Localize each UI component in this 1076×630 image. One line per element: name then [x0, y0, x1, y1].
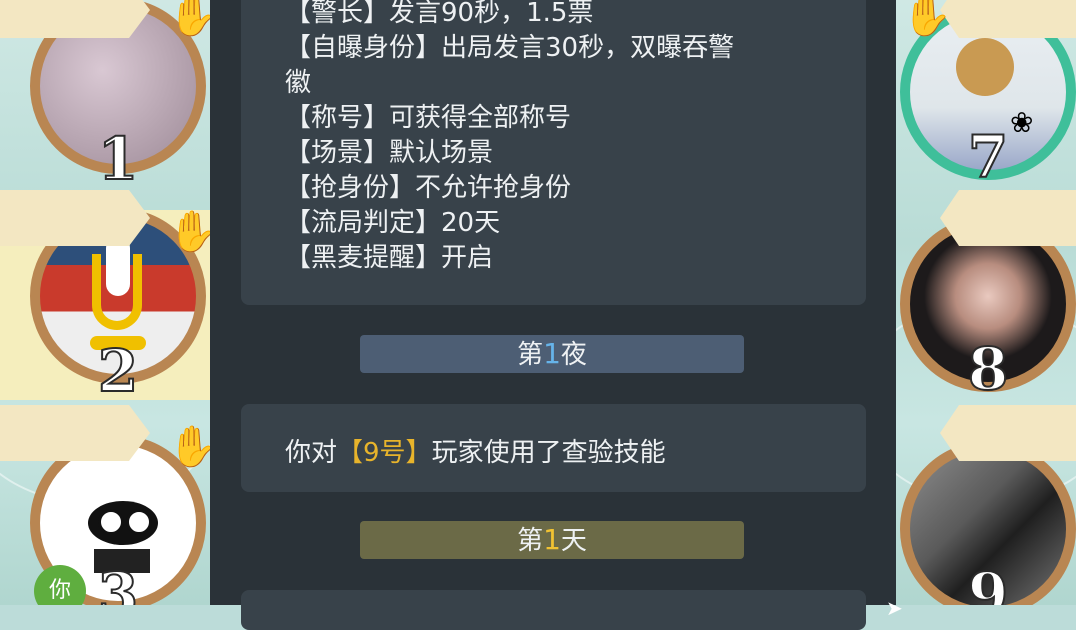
- player-name-tag-2: [0, 190, 150, 246]
- system-message-card: 你对【9号】玩家使用了查验技能: [241, 404, 866, 492]
- rule-line: 【场景】默认场景: [285, 138, 494, 168]
- rule-line: 徽: [285, 68, 312, 98]
- day-number: 1: [543, 523, 561, 556]
- target-player-label: 【9号】: [337, 438, 432, 468]
- night-banner-prefix: 第: [517, 340, 544, 370]
- rule-line: 【自曝身份】出局发言30秒，双曝吞警: [285, 33, 735, 63]
- seat-number-2: 2: [97, 337, 139, 405]
- message-after: 玩家使用了查验技能: [431, 438, 666, 468]
- player-seat-1[interactable]: ✋ 1: [0, 0, 210, 190]
- seat-number-8: 8: [967, 335, 1009, 403]
- day-banner: 第1天: [360, 521, 744, 559]
- player-seat-3[interactable]: ✋ 3 你: [0, 405, 210, 605]
- night-banner: 第1夜: [360, 335, 744, 373]
- player-name-tag-9: [940, 405, 1076, 461]
- player-name-tag-3: [0, 405, 150, 461]
- next-message-card: [241, 590, 866, 630]
- player-name-tag-8: [940, 190, 1076, 246]
- raised-hand-icon: ✋: [168, 424, 210, 470]
- room-rules-card: 【警长】发言90秒，1.5票 【自曝身份】出局发言30秒，双曝吞警 徽 【称号】…: [241, 0, 866, 305]
- day-banner-suffix: 天: [560, 526, 587, 556]
- player-name-tag-1: [0, 0, 150, 38]
- player-seat-9[interactable]: 9: [896, 405, 1076, 605]
- night-number: 1: [543, 337, 561, 370]
- seat-number-1: 1: [97, 125, 139, 193]
- raised-hand-icon: ✋: [168, 0, 210, 39]
- left-seat-column: ✋ 1 ✋ 2 ✋ 3 你: [0, 0, 210, 605]
- player-seat-8[interactable]: 8: [896, 190, 1076, 405]
- seat-number-7: 7: [967, 123, 1009, 191]
- player-seat-2[interactable]: ✋ 2: [0, 190, 210, 405]
- seat-number-9: 9: [967, 560, 1009, 605]
- raised-hand-icon: ✋: [902, 0, 952, 39]
- system-message: 你对【9号】玩家使用了查验技能: [285, 432, 666, 469]
- right-seat-column: ❀ ✋ 7 8 9: [896, 0, 1076, 605]
- message-before: 你对: [285, 438, 338, 468]
- raised-hand-icon: ✋: [168, 209, 210, 255]
- rule-line: 【警长】发言90秒，1.5票: [285, 0, 594, 28]
- game-log-panel[interactable]: 【警长】发言90秒，1.5票 【自曝身份】出局发言30秒，双曝吞警 徽 【称号】…: [210, 0, 903, 630]
- day-banner-prefix: 第: [517, 526, 544, 556]
- seat-number-3: 3: [97, 560, 139, 605]
- night-banner-suffix: 夜: [560, 340, 587, 370]
- rule-line: 【流局判定】20天: [285, 208, 501, 238]
- rule-line: 【抢身份】不允许抢身份: [285, 173, 572, 203]
- rule-line: 【称号】可获得全部称号: [285, 103, 572, 133]
- player-seat-7[interactable]: ❀ ✋ 7: [896, 0, 1076, 190]
- player-name-tag-7: [940, 0, 1076, 38]
- rule-line: 【黑麦提醒】开启: [285, 243, 494, 273]
